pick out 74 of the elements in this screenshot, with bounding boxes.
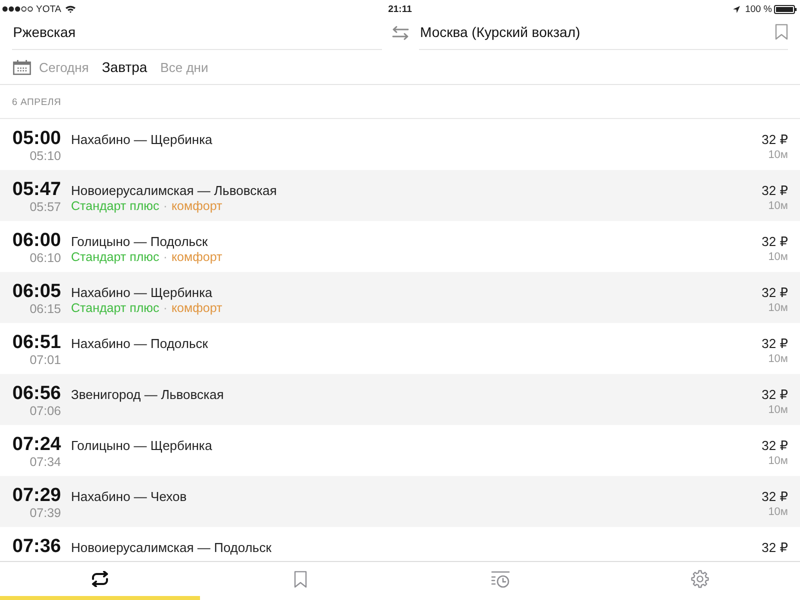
clock-list-icon	[490, 570, 510, 588]
date-heading: 6 АПРЕЛЯ	[12, 97, 62, 108]
departure-time: 06:51	[12, 333, 61, 353]
duration-text: 10м	[767, 301, 788, 315]
price-text: 32 ₽	[762, 438, 788, 454]
arrival-time: 07:34	[28, 455, 61, 469]
duration-text: 10м	[767, 250, 788, 264]
repeat-arrows-icon	[91, 571, 109, 587]
arrival-time: 07:39	[28, 506, 61, 520]
class-label: комфорт	[171, 250, 222, 264]
class-label: Стандарт плюс	[71, 250, 160, 264]
arrival-time: 07:06	[28, 404, 61, 418]
price-text: 32 ₽	[762, 540, 788, 556]
train-row[interactable]: 05:47 05:57 Новоиерусалимская — Львовская Стандарт плюс · комфорт 32 ₽ 10м	[0, 170, 800, 221]
departure-time: 05:47	[12, 180, 61, 200]
arrival-time: 06:10	[28, 251, 61, 265]
price-text: 32 ₽	[762, 234, 788, 250]
route-name: Нахабино — Щербинка	[71, 285, 214, 301]
route-name: Новоиерусалимская — Львовская	[71, 183, 278, 199]
route-name: Новоиерусалимская — Подольск	[71, 540, 272, 556]
train-row[interactable]: 06:56 07:06 Звенигород — Львовская 32 ₽ 10м	[0, 374, 800, 425]
separator-dot: ·	[163, 301, 168, 315]
duration-text: 10м	[767, 454, 788, 468]
route-name: Нахабино — Щербинка	[71, 132, 214, 148]
calendar-icon[interactable]	[13, 60, 31, 74]
duration-text: 10м	[767, 403, 788, 417]
separator-dot: ·	[163, 250, 168, 264]
departure-time: 06:00	[12, 231, 61, 251]
station-field[interactable]: Москва (Курский вокзал)	[419, 24, 775, 40]
train-row[interactable]: 06:05 06:15 Нахабино — Щербинка Стандарт плюс · комфорт 32 ₽ 10м	[0, 272, 800, 323]
battery-percent: 100 %	[745, 4, 772, 14]
price-text: 32 ₽	[762, 132, 788, 148]
class-label: комфорт	[171, 199, 222, 213]
class-label: Стандарт плюс	[71, 199, 160, 213]
route-name: Нахабино — Чехов	[71, 489, 188, 505]
arrival-time: 05:10	[28, 149, 61, 163]
arrival-time: 05:57	[28, 200, 61, 214]
arrival-time: 07:01	[28, 353, 61, 367]
route-name: Голицыно — Подольск	[71, 234, 209, 250]
signal-icon	[2, 6, 33, 12]
duration-text: 10м	[767, 505, 788, 519]
settings-icon	[691, 570, 709, 588]
departure-time: 05:00	[12, 129, 61, 149]
duration-text: 10м	[767, 199, 788, 213]
route-name: Звенигород — Львовская	[71, 387, 225, 403]
departure-time: 06:56	[12, 384, 61, 404]
price-text: 32 ₽	[762, 336, 788, 352]
day-tab[interactable]: Завтра	[102, 59, 148, 75]
departure-time: 07:36	[12, 537, 61, 557]
bookmark-icon	[294, 570, 306, 588]
departure-time: 07:24	[12, 435, 61, 455]
train-row[interactable]: 07:29 07:39 Нахабино — Чехов 32 ₽ 10м	[0, 476, 800, 527]
separator-dot: ·	[163, 199, 168, 213]
duration-text: 10м	[767, 148, 788, 162]
swap-arrows-icon[interactable]	[392, 26, 409, 40]
battery-icon	[774, 4, 797, 14]
clock-time: 21:11	[388, 4, 412, 14]
carrier-name: YOTA	[36, 4, 62, 14]
price-text: 32 ₽	[762, 285, 788, 301]
route-name: Голицыно — Щербинка	[71, 438, 214, 454]
departure-time: 06:05	[12, 282, 61, 302]
class-label: комфорт	[171, 301, 222, 315]
arrival-time: 06:15	[28, 302, 61, 316]
price-text: 32 ₽	[762, 489, 788, 505]
location-arrow-icon	[733, 6, 740, 12]
class-label: Стандарт плюс	[71, 301, 160, 315]
duration-text: 10м	[767, 352, 788, 366]
wifi-icon	[65, 5, 76, 13]
departure-time: 07:29	[12, 486, 61, 506]
price-text: 32 ₽	[762, 183, 788, 199]
route-name: Нахабино — Подольск	[71, 336, 209, 352]
station-field[interactable]: Ржевская	[12, 24, 382, 40]
price-text: 32 ₽	[762, 387, 788, 403]
bookmark-icon[interactable]	[775, 24, 788, 40]
